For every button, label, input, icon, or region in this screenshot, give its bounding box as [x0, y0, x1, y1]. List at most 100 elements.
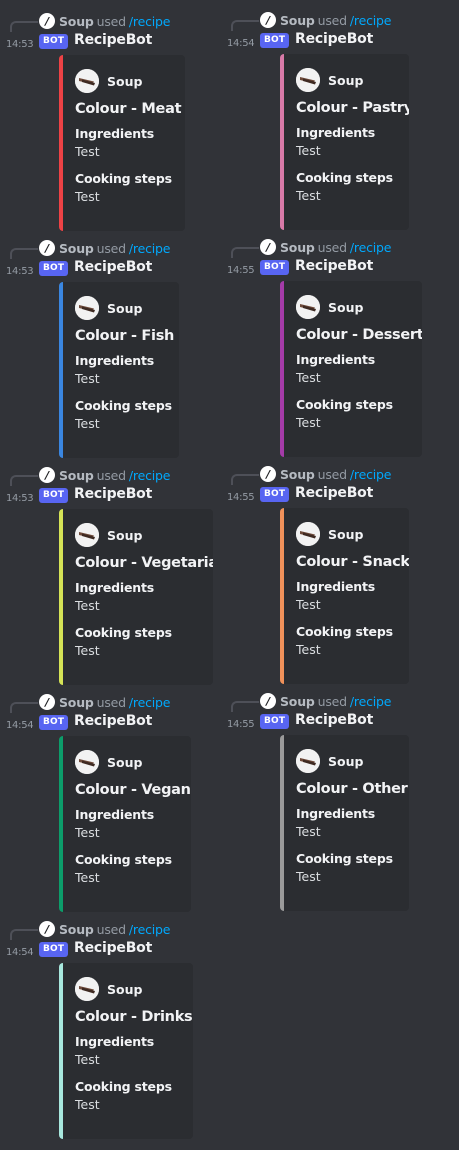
message-timestamp[interactable]: 14:55: [227, 265, 255, 276]
reply-username[interactable]: Soup: [280, 13, 315, 28]
cooking-steps-field-value: Test: [296, 642, 321, 657]
embed-title: Colour - Drinks: [75, 1009, 193, 1025]
reply-used-text: used: [96, 467, 126, 483]
reply-username[interactable]: Soup: [280, 694, 315, 709]
bot-username[interactable]: RecipeBot: [295, 712, 373, 728]
author-avatar[interactable]: [296, 522, 320, 546]
command-reply-header[interactable]: / Soup used /recipe: [260, 466, 391, 482]
ingredients-field-name: Ingredients: [75, 353, 154, 368]
ingredients-field-value: Test: [75, 825, 100, 840]
bot-username[interactable]: RecipeBot: [74, 713, 152, 729]
reply-username[interactable]: Soup: [59, 695, 94, 710]
embed-title: Colour - Pastry: [296, 100, 409, 116]
ingredients-field-value: Test: [296, 597, 321, 612]
reply-username[interactable]: Soup: [59, 468, 94, 483]
embed-author-name[interactable]: Soup: [107, 301, 142, 316]
reply-command-link[interactable]: /recipe: [350, 240, 392, 255]
message-timestamp[interactable]: 14:54: [227, 38, 255, 49]
reply-connector: [10, 929, 38, 940]
slash-command-icon: /: [39, 921, 55, 937]
reply-connector: [10, 702, 38, 713]
message-timestamp[interactable]: 14:53: [6, 266, 34, 277]
bot-tag-badge: BOT: [39, 34, 69, 49]
author-avatar[interactable]: [75, 296, 99, 320]
embed-author-name[interactable]: Soup: [328, 527, 363, 542]
reply-command-link[interactable]: /recipe: [129, 922, 171, 937]
reply-username[interactable]: Soup: [280, 467, 315, 482]
bot-username[interactable]: RecipeBot: [295, 31, 373, 47]
slash-command-icon: /: [260, 693, 276, 709]
command-reply-header[interactable]: / Soup used /recipe: [39, 694, 170, 710]
embed-author-name[interactable]: Soup: [328, 73, 363, 88]
embed-author-name[interactable]: Soup: [107, 74, 142, 89]
reply-command-link[interactable]: /recipe: [129, 695, 171, 710]
author-avatar[interactable]: [75, 750, 99, 774]
avatar-image-icon: [75, 750, 99, 774]
embed-author-name[interactable]: Soup: [328, 754, 363, 769]
ingredients-field-name: Ingredients: [75, 126, 154, 141]
message-timestamp[interactable]: 14:54: [6, 947, 34, 958]
message-timestamp[interactable]: 14:55: [227, 719, 255, 730]
message-timestamp[interactable]: 14:54: [6, 720, 34, 731]
bot-username[interactable]: RecipeBot: [74, 259, 152, 275]
slash-command-icon: /: [260, 239, 276, 255]
bot-tag-badge: BOT: [260, 260, 290, 275]
embed-title: Colour - Other: [296, 781, 408, 797]
embed-author-name[interactable]: Soup: [328, 300, 363, 315]
bot-username[interactable]: RecipeBot: [295, 485, 373, 501]
recipe-embed: Soup Colour - Vegetarian Ingredients Tes…: [59, 509, 213, 685]
reply-command-link[interactable]: /recipe: [350, 694, 392, 709]
cooking-steps-field-name: Cooking steps: [296, 397, 393, 412]
avatar-image-icon: [296, 749, 320, 773]
command-reply-header[interactable]: / Soup used /recipe: [260, 239, 391, 255]
ingredients-field-name: Ingredients: [296, 125, 375, 140]
message-timestamp[interactable]: 14:53: [6, 493, 34, 504]
bot-tag-badge: BOT: [39, 715, 69, 730]
reply-command-link[interactable]: /recipe: [129, 14, 171, 29]
bot-tag-badge: BOT: [39, 261, 69, 276]
author-avatar[interactable]: [75, 523, 99, 547]
command-reply-header[interactable]: / Soup used /recipe: [260, 12, 391, 28]
message-timestamp[interactable]: 14:53: [6, 39, 34, 50]
bot-username[interactable]: RecipeBot: [74, 486, 152, 502]
avatar-image-icon: [75, 296, 99, 320]
slash-command-icon: /: [39, 13, 55, 29]
command-reply-header[interactable]: / Soup used /recipe: [39, 467, 170, 483]
avatar-image-icon: [296, 68, 320, 92]
embed-author-name[interactable]: Soup: [107, 528, 142, 543]
author-avatar[interactable]: [75, 69, 99, 93]
reply-username[interactable]: Soup: [59, 14, 94, 29]
ingredients-field-value: Test: [75, 598, 100, 613]
reply-username[interactable]: Soup: [59, 241, 94, 256]
author-avatar[interactable]: [296, 68, 320, 92]
bot-username[interactable]: RecipeBot: [74, 940, 152, 956]
command-reply-header[interactable]: / Soup used /recipe: [39, 13, 170, 29]
bot-tag-badge: BOT: [39, 942, 69, 957]
embed-author: Soup: [296, 68, 399, 92]
reply-command-link[interactable]: /recipe: [129, 468, 171, 483]
reply-command-link[interactable]: /recipe: [350, 467, 392, 482]
bot-username[interactable]: RecipeBot: [74, 32, 152, 48]
command-reply-header[interactable]: / Soup used /recipe: [39, 240, 170, 256]
embed-title: Colour - Vegan: [75, 782, 191, 798]
message-timestamp[interactable]: 14:55: [227, 492, 255, 503]
embed-author: Soup: [75, 296, 169, 320]
embed-title: Colour - Snack: [296, 554, 409, 570]
author-avatar[interactable]: [296, 749, 320, 773]
command-reply-header[interactable]: / Soup used /recipe: [260, 693, 391, 709]
reply-username[interactable]: Soup: [280, 240, 315, 255]
reply-used-text: used: [96, 13, 126, 29]
embed-author: Soup: [75, 977, 183, 1001]
reply-command-link[interactable]: /recipe: [129, 241, 171, 256]
author-avatar[interactable]: [75, 977, 99, 1001]
reply-username[interactable]: Soup: [59, 922, 94, 937]
bot-username[interactable]: RecipeBot: [295, 258, 373, 274]
command-reply-header[interactable]: / Soup used /recipe: [39, 921, 170, 937]
embed-author-name[interactable]: Soup: [107, 755, 142, 770]
embed-author-name[interactable]: Soup: [107, 982, 142, 997]
embed-author: Soup: [75, 69, 175, 93]
cooking-steps-field-name: Cooking steps: [296, 851, 393, 866]
author-avatar[interactable]: [296, 295, 320, 319]
reply-command-link[interactable]: /recipe: [350, 13, 392, 28]
slash-command-icon: /: [39, 694, 55, 710]
